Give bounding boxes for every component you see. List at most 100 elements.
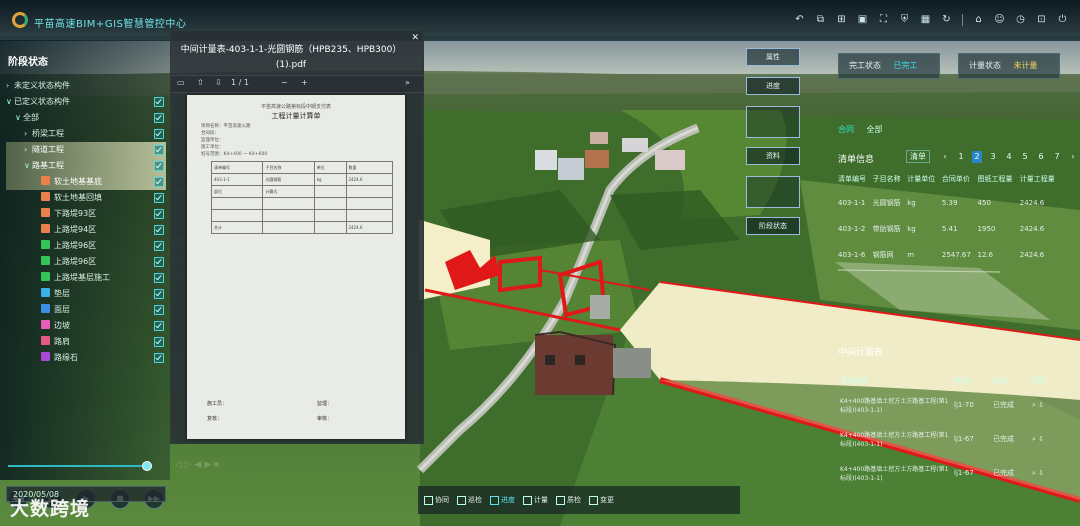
preview-thumbnail[interactable] [746,106,800,138]
page-indicator[interactable]: 1 / 1 [231,78,249,87]
tree-item[interactable]: 垫层 [6,286,166,302]
table-row[interactable]: 403-1-6 钢筋网 m 2547.67 12.6 2424.6 [838,242,1062,268]
visibility-checkbox[interactable] [154,225,164,235]
doc-table-cell: 2424.6 [345,221,394,234]
toolbar-item-3[interactable]: 计量 [523,495,548,505]
visibility-checkbox[interactable] [154,321,164,331]
map-button[interactable]: 资料 [746,147,800,165]
measure-icon[interactable]: ⊞ [836,14,847,25]
expand-arrow-icon[interactable]: › [6,78,14,94]
tab-all[interactable]: 全部 [867,125,883,134]
user-icon[interactable]: ☺ [994,14,1005,25]
pdf-viewer-window[interactable]: ✕ 中间计量表-403-1-1-光圆钢筋（HPB235、HPB300）(1).p… [170,30,424,444]
page-up-icon[interactable]: ⇧ [197,78,204,87]
color-swatch [41,336,50,345]
visibility-checkbox[interactable] [154,129,164,139]
tree-item[interactable]: 路缘石 [6,350,166,366]
shield-icon[interactable]: ⛨ [899,14,910,25]
tree-item[interactable]: 上路堤96区 [6,238,166,254]
tree-item[interactable]: ∨ 路基工程 [6,158,166,174]
sidebar-toggle-icon[interactable]: ▭ [177,78,185,87]
tree-item[interactable]: 软土地基回填 [6,190,166,206]
refresh-icon[interactable]: ↻ [941,14,952,25]
tree-item[interactable]: › 桥梁工程 [6,126,166,142]
clock-icon[interactable]: ◷ [1015,14,1026,25]
toolbar-item-2[interactable]: 进度 [490,495,515,505]
table-row[interactable]: 403-1-2 带肋钢筋 kg 5.41 1950 2424.6 [838,216,1062,242]
tree-item[interactable]: ∨ 全部 [6,110,166,126]
timeline-slider[interactable] [8,461,152,471]
visibility-checkbox[interactable] [154,257,164,267]
tree-item[interactable]: 边坡 [6,318,166,334]
visibility-checkbox[interactable] [154,97,164,107]
tree-item[interactable]: 下路堤93区 [6,206,166,222]
tree-item[interactable]: 上路堤94区 [6,222,166,238]
page-button[interactable]: 7 [1052,152,1062,161]
zoom-out-icon[interactable]: − [281,78,288,87]
visibility-checkbox[interactable] [154,289,164,299]
visibility-checkbox[interactable] [154,145,164,155]
tree-item[interactable]: 上路堤96区 [6,254,166,270]
toolbar-item-1[interactable]: 巡检 [457,495,482,505]
image-icon[interactable]: ▣ [857,14,868,25]
expand-arrow-icon[interactable]: ∨ [15,110,23,126]
home-icon[interactable]: ⌂ [973,14,984,25]
visibility-checkbox[interactable] [154,177,164,187]
expand-arrow-icon[interactable]: ∨ [6,94,14,110]
page-button[interactable]: ‹ [940,152,950,161]
measure-list-title: 中间计量表 [838,348,884,358]
layers-icon[interactable]: ⧉ [815,14,826,25]
building-icon[interactable]: ▦ [920,14,931,25]
expand-arrow-icon[interactable]: › [24,142,32,158]
preview-thumbnail[interactable] [746,176,800,208]
map-button[interactable]: 阶段状态 [746,217,800,235]
pager-tag[interactable]: 清单 [906,150,930,163]
page-button[interactable]: 2 [972,150,982,163]
page-down-icon[interactable]: ⇩ [215,78,222,87]
visibility-checkbox[interactable] [154,161,164,171]
tree-item[interactable]: 面层 [6,302,166,318]
map-button[interactable]: 属性 [746,48,800,66]
exit-icon[interactable]: ⏻ [1057,14,1068,25]
expand-arrow-icon[interactable]: ∨ [24,158,32,174]
toolbar-item-4[interactable]: 质检 [556,495,581,505]
page-button[interactable]: 6 [1036,152,1046,161]
visibility-checkbox[interactable] [154,113,164,123]
table-row[interactable]: 403-1-1 光圆钢筋 kg 5.39 450 2424.6 [838,190,1062,216]
visibility-checkbox[interactable] [154,305,164,315]
timeline-slider-handle[interactable] [142,461,152,471]
page-button[interactable]: › [1068,152,1078,161]
toolbar-item-5[interactable]: 变更 [589,495,614,505]
tree-item[interactable]: › 未定义状态构件 [6,78,166,94]
page-button[interactable]: 3 [988,152,998,161]
zoom-in-icon[interactable]: + [301,78,308,87]
close-icon[interactable]: ✕ [411,33,419,43]
tree-item[interactable]: 路肩 [6,334,166,350]
visibility-checkbox[interactable] [154,353,164,363]
visibility-checkbox[interactable] [154,209,164,219]
map-button[interactable]: 进度 [746,77,800,95]
tree-item[interactable]: ∨ 已定义状态构件 [6,94,166,110]
visibility-checkbox[interactable] [154,193,164,203]
table-row[interactable]: K4+400路基填土挖方土方路基工程(第1标段)(403-1-1) lj1-67 已… [840,422,1060,456]
tree-item[interactable]: › 隧道工程 [6,142,166,158]
more-tools-icon[interactable]: » [405,78,410,87]
page-button[interactable]: 1 [956,152,966,161]
grid-icon[interactable]: ⊡ [1036,14,1047,25]
tab-contract[interactable]: 合同 [838,125,854,134]
column-header: 操作 [1031,377,1046,385]
page-button[interactable]: 5 [1020,152,1030,161]
table-row[interactable]: K4+400路基填土挖方土方路基工程(第1标段)(403-1-1) lj1-70 已… [840,388,1060,422]
toolbar-item-0[interactable]: 协同 [424,495,449,505]
fullscreen-icon[interactable]: ⛶ [878,14,889,25]
visibility-checkbox[interactable] [154,241,164,251]
visibility-checkbox[interactable] [154,337,164,347]
undo-icon[interactable]: ↶ [794,14,805,25]
expand-arrow-icon[interactable]: › [24,126,32,142]
toolbar-item-icon [556,495,565,505]
tree-item[interactable]: 软土地基基底 [6,174,166,190]
table-row[interactable]: K4+400路基填土挖方土方路基工程(第1标段)(403-1-1) lj1-67 已… [840,456,1060,490]
page-button[interactable]: 4 [1004,152,1014,161]
visibility-checkbox[interactable] [154,273,164,283]
tree-item[interactable]: 上路堤基层施工 [6,270,166,286]
